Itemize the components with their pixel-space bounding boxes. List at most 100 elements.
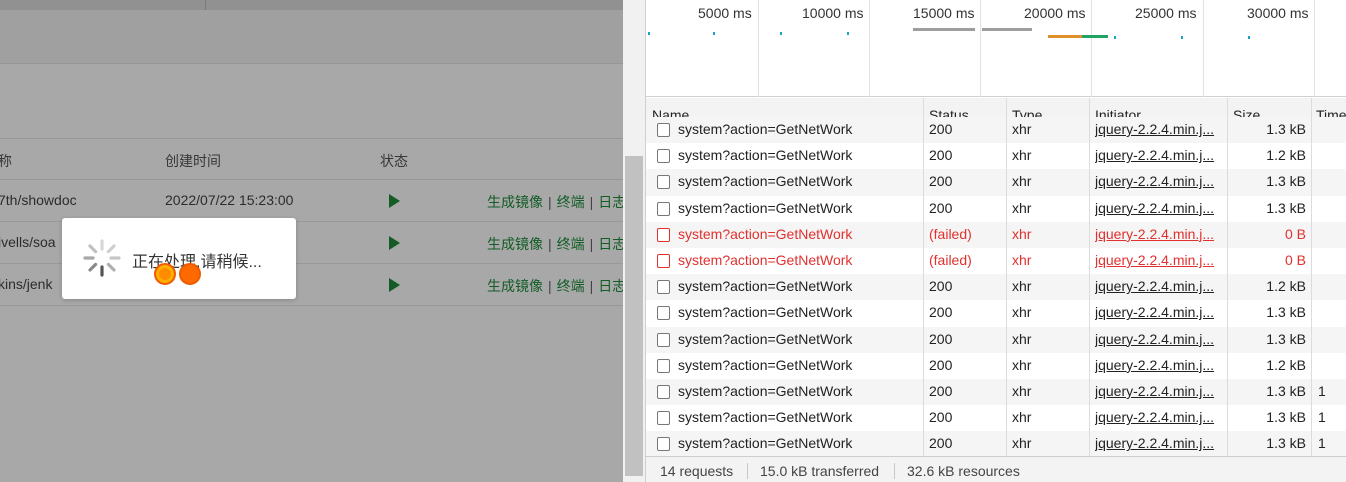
request-dot (780, 32, 782, 35)
loading-dialog: 正在处理,请稍候... (62, 218, 296, 299)
page-scrollbar[interactable] (623, 0, 645, 482)
request-type: xhr (1012, 383, 1032, 399)
request-dot (847, 32, 849, 35)
request-name: system?action=GetNetWork (678, 252, 853, 268)
row-checkbox-icon (657, 254, 670, 268)
request-bar (1082, 35, 1108, 38)
tick-line (1314, 0, 1315, 97)
request-type: xhr (1012, 173, 1032, 190)
column-divider (1311, 98, 1312, 456)
request-row[interactable]: system?action=GetNetWork 200 xhr jquery-2.2… (646, 431, 1346, 458)
column-divider (1006, 98, 1007, 456)
tick-label: 30000 ms (1247, 5, 1309, 21)
request-initiator[interactable]: jquery-2.2.4.min.j... (1095, 357, 1222, 373)
request-row[interactable]: system?action=GetNetWork 200 xhr jquery-2.2… (646, 143, 1346, 169)
request-row[interactable]: system?action=GetNetWork 200 xhr jquery-2.2… (646, 169, 1346, 196)
request-row[interactable]: system?action=GetNetWork 200 xhr jquery-2.2… (646, 353, 1346, 379)
request-status: 200 (929, 330, 953, 347)
row-checkbox-icon (657, 175, 670, 190)
row-checkbox-icon (657, 123, 670, 137)
tick-line (758, 0, 759, 97)
request-row[interactable]: system?action=GetNetWork 200 xhr jquery-2.2… (646, 117, 1346, 144)
request-row[interactable]: system?action=GetNetWork (failed) xhr jquer… (646, 248, 1346, 274)
request-size: 1.3 kB (1266, 383, 1306, 399)
request-count: 14 requests (660, 463, 734, 479)
request-type: xhr (1012, 435, 1032, 452)
row-checkbox-icon (657, 201, 670, 216)
request-initiator[interactable]: jquery-2.2.4.min.j... (1095, 121, 1222, 137)
devtools-network-panel: 5000 ms 10000 ms 15000 ms 20000 ms 25000… (645, 0, 1346, 482)
row-checkbox-icon (657, 358, 670, 373)
request-size: 1.2 kB (1266, 278, 1306, 295)
request-time: 1 (1318, 383, 1326, 399)
request-row[interactable]: system?action=GetNetWork 200 xhr jquery-2.2… (646, 196, 1346, 222)
waiting-bar (913, 28, 975, 31)
request-name: system?action=GetNetWork (678, 304, 853, 321)
click-indicator-icon (154, 263, 176, 285)
request-initiator[interactable]: jquery-2.2.4.min.j... (1095, 331, 1222, 347)
request-type: xhr (1012, 409, 1032, 426)
spinner-icon (83, 239, 121, 277)
request-row[interactable]: system?action=GetNetWork 200 xhr jquery-2.2… (646, 405, 1346, 431)
scrollbar-thumb[interactable] (625, 156, 643, 476)
request-name: system?action=GetNetWork (678, 147, 853, 164)
request-initiator[interactable]: jquery-2.2.4.min.j... (1095, 147, 1222, 163)
click-indicator-icon (179, 263, 201, 285)
row-checkbox-icon (657, 227, 670, 242)
request-initiator[interactable]: jquery-2.2.4.min.j... (1095, 278, 1222, 294)
request-size: 1.3 kB (1266, 173, 1306, 190)
request-size: 1.2 kB (1266, 356, 1306, 373)
request-name: system?action=GetNetWork (678, 435, 853, 452)
request-row[interactable]: system?action=GetNetWork 200 xhr jquery-2.2… (646, 379, 1346, 406)
request-dot (713, 32, 715, 35)
network-request-table: Name Status Type Initiator Size Time sys… (646, 98, 1346, 458)
request-row[interactable]: system?action=GetNetWork 200 xhr jquery-2.2… (646, 274, 1346, 301)
request-initiator[interactable]: jquery-2.2.4.min.j... (1095, 409, 1222, 425)
request-status: 200 (929, 435, 953, 452)
app-panel: 称 创建时间 状态 7th/showdoc 2022/07/22 15:23:0… (0, 0, 623, 482)
tick-label: 10000 ms (802, 5, 864, 21)
request-name: system?action=GetNetWork (678, 121, 853, 137)
request-type: xhr (1012, 199, 1032, 216)
request-type: xhr (1012, 225, 1032, 242)
request-size: 0 B (1284, 225, 1306, 242)
request-type: xhr (1012, 304, 1032, 321)
request-initiator[interactable]: jquery-2.2.4.min.j... (1095, 173, 1222, 189)
row-checkbox-icon (657, 149, 670, 164)
request-status: 200 (929, 173, 953, 190)
request-initiator[interactable]: jquery-2.2.4.min.j... (1095, 252, 1222, 268)
column-divider (923, 98, 924, 456)
request-size: 1.3 kB (1266, 330, 1306, 347)
request-size: 0 B (1284, 252, 1306, 268)
request-status: 200 (929, 121, 953, 137)
request-initiator[interactable]: jquery-2.2.4.min.j... (1095, 435, 1222, 451)
request-initiator[interactable]: jquery-2.2.4.min.j... (1095, 200, 1222, 216)
request-initiator[interactable]: jquery-2.2.4.min.j... (1095, 226, 1222, 242)
network-overview[interactable]: 5000 ms 10000 ms 15000 ms 20000 ms 25000… (646, 0, 1346, 97)
request-name: system?action=GetNetWork (678, 173, 853, 190)
row-checkbox-icon (657, 411, 670, 426)
request-name: system?action=GetNetWork (678, 409, 853, 426)
tick-line (1203, 0, 1204, 97)
request-type: xhr (1012, 356, 1032, 373)
request-initiator[interactable]: jquery-2.2.4.min.j... (1095, 304, 1222, 320)
request-row[interactable]: system?action=GetNetWork 200 xhr jquery-2.2… (646, 326, 1346, 353)
request-row[interactable]: system?action=GetNetWork 200 xhr jquery-2.2… (646, 300, 1346, 326)
request-status: 200 (929, 356, 953, 373)
row-checkbox-icon (657, 385, 670, 399)
request-type: xhr (1012, 252, 1032, 268)
request-status: (failed) (929, 252, 972, 268)
tick-label: 5000 ms (698, 5, 752, 21)
request-name: system?action=GetNetWork (678, 356, 853, 373)
request-name: system?action=GetNetWork (678, 225, 853, 242)
row-checkbox-icon (657, 332, 670, 347)
request-size: 1.3 kB (1266, 121, 1306, 137)
request-size: 1.3 kB (1266, 409, 1306, 426)
request-size: 1.3 kB (1266, 304, 1306, 321)
request-dot (1248, 36, 1250, 39)
request-dot (1181, 36, 1183, 39)
request-row[interactable]: system?action=GetNetWork (failed) xhr jquer… (646, 221, 1346, 248)
request-size: 1.2 kB (1266, 147, 1306, 164)
request-initiator[interactable]: jquery-2.2.4.min.j... (1095, 383, 1222, 399)
transferred-size: 15.0 kB transferred (760, 463, 880, 479)
